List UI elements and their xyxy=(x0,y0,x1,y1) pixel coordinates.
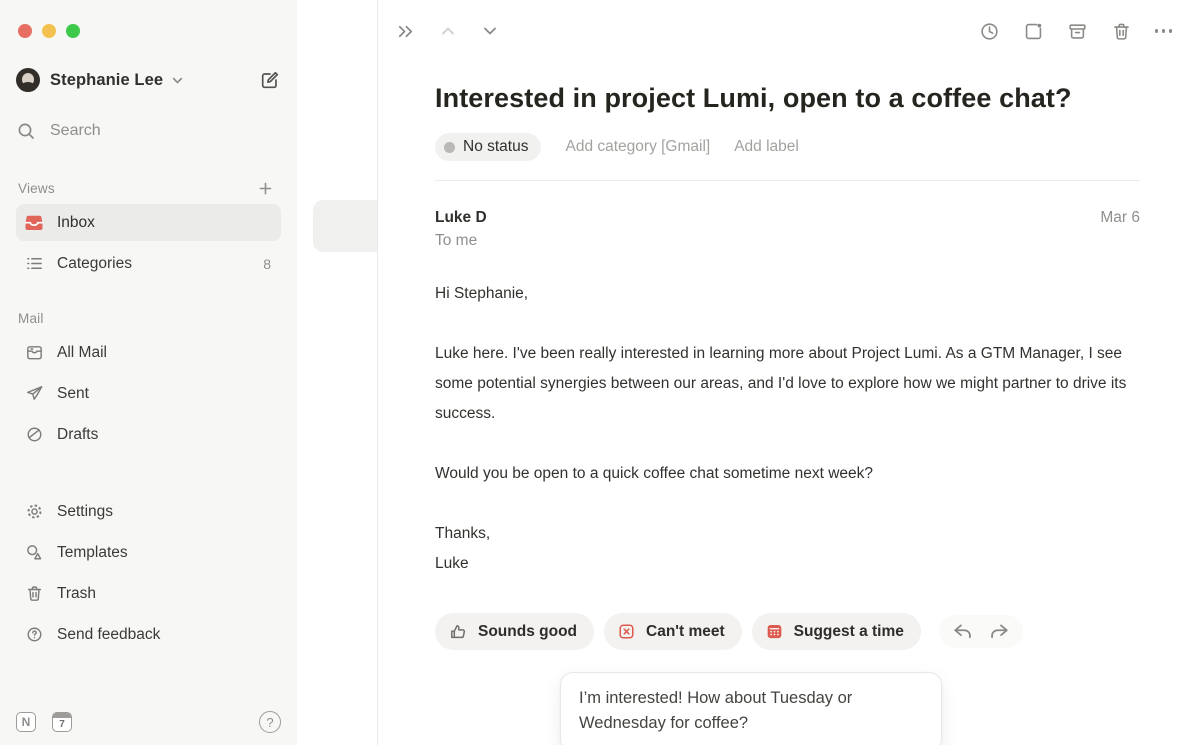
views-header-label: Views xyxy=(18,181,55,196)
sidebar-item-categories[interactable]: Categories 8 xyxy=(16,245,281,282)
mail-reading-pane: Interested in project Lumi, open to a co… xyxy=(378,0,1189,745)
action-label: Sounds good xyxy=(478,623,577,641)
email-badges-row: No status Add category [Gmail] Add label xyxy=(435,133,1140,161)
expand-panel-icon[interactable] xyxy=(395,21,416,42)
reply-forward-group xyxy=(939,615,1023,648)
more-options-icon[interactable] xyxy=(1155,29,1173,33)
email-closing: Thanks, xyxy=(435,519,1140,549)
forward-icon[interactable] xyxy=(988,621,1011,642)
add-view-icon[interactable] xyxy=(258,181,273,196)
window-controls xyxy=(18,24,281,38)
mail-header-label: Mail xyxy=(18,311,44,326)
action-label: Can't meet xyxy=(646,623,725,641)
sidebar-footer: N 7 ? xyxy=(16,711,281,733)
sidebar-item-trash[interactable]: Trash xyxy=(16,575,281,612)
sidebar-item-send-feedback[interactable]: Send feedback xyxy=(16,616,281,653)
archive-icon[interactable] xyxy=(1067,21,1088,42)
question-circle-icon xyxy=(24,625,44,645)
email-paragraph: Luke here. I've been really interested i… xyxy=(435,339,1140,429)
email-body-area: Luke D To me Mar 6 Hi Stephanie, Luke he… xyxy=(378,181,1189,745)
email-date: Mar 6 xyxy=(1100,207,1140,229)
recipient-line[interactable]: To me xyxy=(435,229,487,253)
status-label: No status xyxy=(463,138,528,156)
trash-icon[interactable] xyxy=(1111,21,1132,42)
sidebar-item-settings[interactable]: Settings xyxy=(16,493,281,530)
email-body-text: Hi Stephanie, Luke here. I've been reall… xyxy=(435,279,1140,579)
sidebar-item-label: Drafts xyxy=(57,426,98,444)
sidebar-item-templates[interactable]: Templates xyxy=(16,534,281,571)
email-meta-row: Luke D To me Mar 6 xyxy=(435,207,1140,253)
gear-icon xyxy=(24,502,44,522)
search-placeholder: Search xyxy=(50,122,101,140)
suggest-time-button[interactable]: Suggest a time xyxy=(752,613,921,650)
sidebar-item-label: Trash xyxy=(57,585,96,603)
sidebar-item-sent[interactable]: Sent xyxy=(16,375,281,412)
views-section-header: Views xyxy=(16,176,281,200)
sidebar-item-label: Inbox xyxy=(57,214,95,232)
quick-reply-actions: Sounds good Can't meet Suggest a time xyxy=(435,613,1140,650)
sidebar-item-label: Categories xyxy=(57,255,132,273)
email-paragraph: Would you be open to a quick coffee chat… xyxy=(435,459,1140,489)
status-dot-icon xyxy=(444,142,455,153)
sounds-good-button[interactable]: Sounds good xyxy=(435,613,594,650)
sidebar: Stephanie Lee Search Views Inbox xyxy=(0,0,297,745)
calendar-red-icon xyxy=(765,622,784,641)
snooze-clock-icon[interactable] xyxy=(979,21,1000,42)
status-pill[interactable]: No status xyxy=(435,133,541,161)
x-square-icon xyxy=(617,622,636,641)
quick-reply-preview-tooltip: I’m interested! How about Tuesday or Wed… xyxy=(560,672,942,745)
shapes-icon xyxy=(24,543,44,563)
inbox-icon xyxy=(24,213,44,233)
compose-icon[interactable] xyxy=(258,69,281,92)
sidebar-item-label: Sent xyxy=(57,385,89,403)
collapsed-mail-list xyxy=(297,0,378,745)
thumbs-up-icon xyxy=(448,622,468,642)
search-input[interactable]: Search xyxy=(16,116,281,146)
chevron-down-icon xyxy=(171,74,184,87)
categories-count-badge: 8 xyxy=(263,256,271,272)
notion-logo-icon[interactable]: N xyxy=(16,712,36,732)
add-category-button[interactable]: Add category [Gmail] xyxy=(565,138,710,156)
reply-icon[interactable] xyxy=(951,621,974,642)
previous-email-icon[interactable] xyxy=(438,21,458,41)
draft-pencil-icon xyxy=(24,425,44,445)
account-switcher[interactable]: Stephanie Lee xyxy=(16,64,281,96)
mark-unread-icon[interactable] xyxy=(1023,21,1044,42)
help-icon[interactable]: ? xyxy=(259,711,281,733)
account-name: Stephanie Lee xyxy=(50,71,163,90)
action-label: Suggest a time xyxy=(794,623,904,641)
mail-app-window: Stephanie Lee Search Views Inbox xyxy=(0,0,1189,745)
email-signature: Luke xyxy=(435,549,1140,579)
search-icon xyxy=(16,121,36,141)
sidebar-item-label: Templates xyxy=(57,544,128,562)
mail-toolbar xyxy=(378,0,1189,62)
next-email-icon[interactable] xyxy=(480,21,500,41)
selected-mail-list-item-peek[interactable] xyxy=(313,200,377,252)
email-subject: Interested in project Lumi, open to a co… xyxy=(435,82,1140,115)
sidebar-item-label: Settings xyxy=(57,503,113,521)
close-window-button[interactable] xyxy=(18,24,32,38)
zoom-window-button[interactable] xyxy=(66,24,80,38)
paper-plane-icon xyxy=(24,384,44,404)
sidebar-item-drafts[interactable]: Drafts xyxy=(16,416,281,453)
quick-reply-preview-text: I’m interested! How about Tuesday or Wed… xyxy=(579,686,921,736)
sidebar-item-inbox[interactable]: Inbox xyxy=(16,204,281,241)
avatar xyxy=(16,68,40,92)
calendar-icon[interactable]: 7 xyxy=(52,712,72,732)
archive-box-icon xyxy=(24,343,44,363)
sidebar-item-label: All Mail xyxy=(57,344,107,362)
cant-meet-button[interactable]: Can't meet xyxy=(604,613,742,650)
sidebar-item-all-mail[interactable]: All Mail xyxy=(16,334,281,371)
sender-block: Luke D To me xyxy=(435,207,487,253)
email-greeting: Hi Stephanie, xyxy=(435,279,1140,309)
email-header: Interested in project Lumi, open to a co… xyxy=(378,62,1189,181)
mail-section-header: Mail xyxy=(16,306,281,330)
sender-name: Luke D xyxy=(435,207,487,229)
calendar-icon-day: 7 xyxy=(53,718,71,731)
trash-icon xyxy=(24,584,44,604)
sidebar-item-label: Send feedback xyxy=(57,626,160,644)
add-label-button[interactable]: Add label xyxy=(734,138,799,156)
list-icon xyxy=(24,254,44,274)
minimize-window-button[interactable] xyxy=(42,24,56,38)
